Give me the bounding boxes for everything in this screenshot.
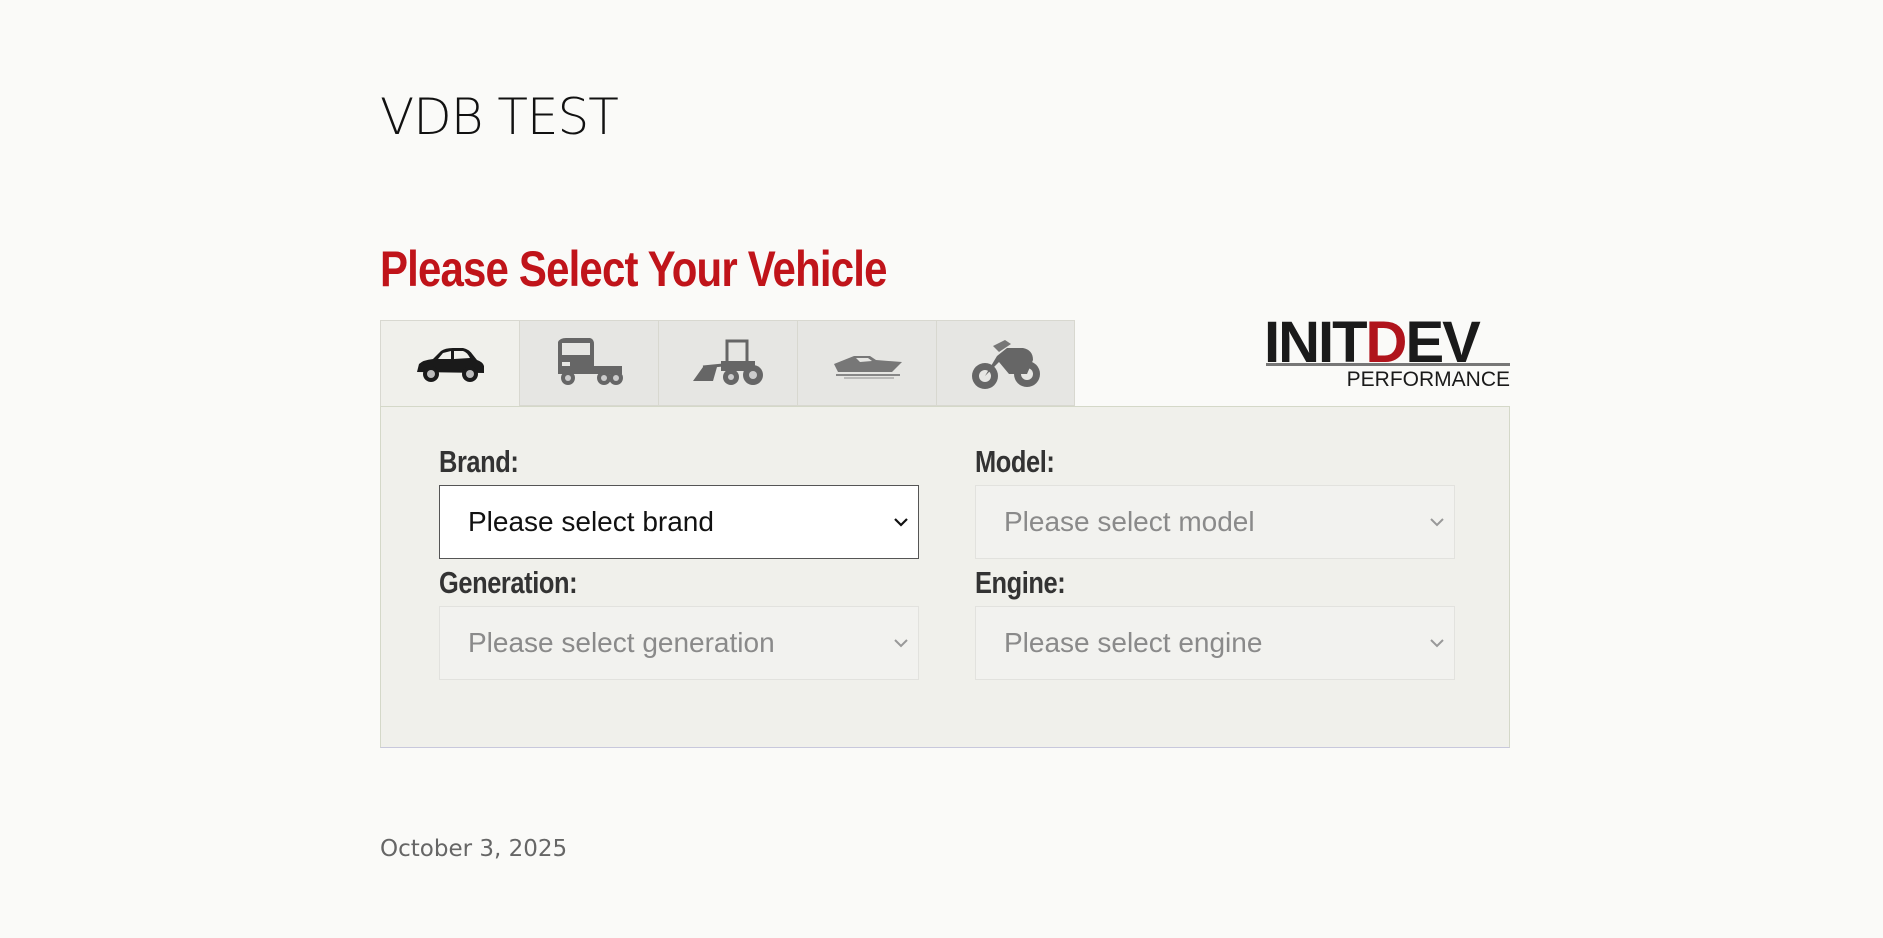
engine-select[interactable]: Please select engine xyxy=(975,606,1455,680)
chevron-down-icon xyxy=(892,634,910,652)
logo-underline xyxy=(1266,363,1510,366)
vehicle-selector-panel: Brand: Please select brand Model: Please… xyxy=(380,406,1510,748)
engine-field: Engine: Please select engine xyxy=(975,564,1455,680)
tractor-icon xyxy=(693,339,763,385)
brand-label: Brand: xyxy=(439,444,519,479)
initdev-performance-logo: INITDEV PERFORMANCE xyxy=(1264,314,1510,394)
model-select[interactable]: Please select model xyxy=(975,485,1455,559)
generation-field: Generation: Please select generation xyxy=(439,564,919,680)
tab-truck[interactable] xyxy=(519,320,658,406)
model-field: Model: Please select model xyxy=(975,443,1455,559)
engine-select-value: Please select engine xyxy=(1004,627,1263,658)
brand-select-value: Please select brand xyxy=(468,506,714,537)
vehicle-selector-heading: Please Select Your Vehicle xyxy=(380,241,887,297)
chevron-down-icon xyxy=(892,513,910,531)
chevron-down-icon xyxy=(1428,513,1446,531)
chevron-down-icon xyxy=(1428,634,1446,652)
model-select-value: Please select model xyxy=(1004,506,1255,537)
post-date: October 3, 2025 xyxy=(380,836,568,862)
brand-field: Brand: Please select brand xyxy=(439,443,919,559)
vehicle-type-tabs xyxy=(380,320,1075,407)
generation-label: Generation: xyxy=(439,565,578,600)
tab-car[interactable] xyxy=(380,320,519,407)
generation-select[interactable]: Please select generation xyxy=(439,606,919,680)
tab-boat[interactable] xyxy=(797,320,936,406)
truck-icon xyxy=(558,338,623,385)
boat-icon xyxy=(834,356,902,379)
brand-select[interactable]: Please select brand xyxy=(439,485,919,559)
car-icon xyxy=(417,348,484,382)
model-label: Model: xyxy=(975,444,1055,479)
tab-tractor[interactable] xyxy=(658,320,797,406)
motorcycle-icon xyxy=(971,340,1040,389)
engine-label: Engine: xyxy=(975,565,1066,600)
tab-motorcycle[interactable] xyxy=(936,320,1075,406)
logo-subtitle: PERFORMANCE xyxy=(1346,368,1510,391)
page-title: VDB TEST xyxy=(380,88,619,146)
generation-select-value: Please select generation xyxy=(468,627,775,658)
